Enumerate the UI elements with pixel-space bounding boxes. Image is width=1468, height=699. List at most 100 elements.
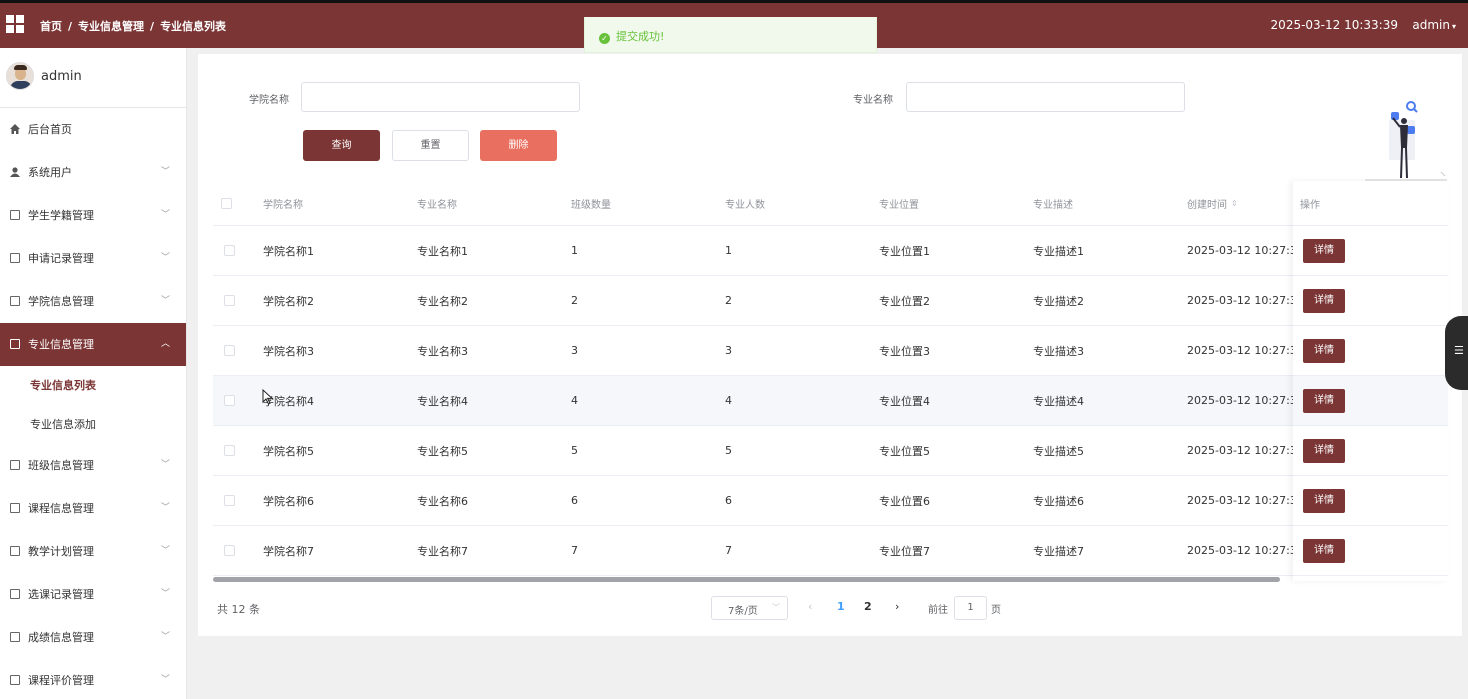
query-button[interactable]: 查询 (303, 130, 380, 161)
major-name-input[interactable] (906, 82, 1185, 112)
table-cell: 专业描述4 (1033, 394, 1084, 408)
sidebar-item-grade-info[interactable]: 成绩信息管理 ﹀ (0, 616, 186, 659)
detail-button[interactable]: 详情 (1303, 438, 1345, 463)
row-checkbox[interactable] (224, 276, 235, 325)
operations-header: 操作 (1293, 181, 1448, 226)
operations-cell: 详情 (1303, 326, 1345, 375)
sidebar-item-class-info[interactable]: 班级信息管理 ﹀ (0, 444, 186, 487)
breadcrumb-major-management[interactable]: 专业信息管理 (78, 20, 144, 33)
table-row[interactable]: 学院名称7 专业名称7 7 7 专业位置7 专业描述7 2025-03-12 10:27:3… (213, 526, 1448, 576)
operations-row: 详情 (1293, 376, 1448, 426)
document-icon (10, 210, 20, 220)
table-cell: 1 (571, 244, 578, 257)
operations-body: 详情 详情 详情 详情 详情 详情 详情 (1293, 226, 1448, 576)
table-row[interactable]: 学院名称4 专业名称4 4 4 专业位置4 专业描述4 2025-03-12 10:27:3… (213, 376, 1448, 426)
table-cell: 专业名称6 (417, 494, 468, 508)
delete-button[interactable]: 删除 (480, 130, 557, 161)
sidebar-item-label: 专业信息管理 (28, 338, 94, 351)
sidebar-item-teaching-plan[interactable]: 教学计划管理 ﹀ (0, 530, 186, 573)
table-cell: 专业名称3 (417, 344, 468, 358)
reset-button[interactable]: 重置 (392, 130, 469, 161)
detail-button[interactable]: 详情 (1303, 488, 1345, 513)
table-cell: 专业位置3 (879, 344, 930, 358)
side-drawer-toggle[interactable]: ☰ (1445, 316, 1468, 390)
table-row[interactable]: 学院名称6 专业名称6 6 6 专业位置6 专业描述6 2025-03-12 10:27:3… (213, 476, 1448, 526)
row-checkbox[interactable] (224, 476, 235, 525)
row-checkbox[interactable] (224, 376, 235, 425)
document-icon (10, 253, 20, 263)
detail-button[interactable]: 详情 (1303, 388, 1345, 413)
chevron-down-icon: ﹀ (160, 503, 170, 513)
sidebar-item-label: 后台首页 (28, 123, 72, 136)
operations-cell: 详情 (1303, 276, 1345, 325)
select-all-checkbox[interactable] (221, 181, 232, 225)
table-cell: 专业描述1 (1033, 244, 1084, 258)
table-row[interactable]: 学院名称5 专业名称5 5 5 专业位置5 专业描述5 2025-03-12 10:27:3… (213, 426, 1448, 476)
sidebar-subitem-major-add[interactable]: 专业信息添加 (0, 405, 186, 444)
row-checkbox[interactable] (224, 226, 235, 275)
sidebar-item-course-selection[interactable]: 选课记录管理 ﹀ (0, 573, 186, 616)
table-row[interactable]: 学院名称1 专业名称1 1 1 专业位置1 专业描述1 2025-03-12 10:27:3… (213, 226, 1448, 276)
page-number-1[interactable]: 1 (837, 600, 845, 613)
detail-button[interactable]: 详情 (1303, 538, 1345, 563)
column-header-created-time[interactable]: 创建时间 ⇕ (1187, 181, 1238, 225)
sidebar-item-application-records[interactable]: 申请记录管理 ﹀ (0, 237, 186, 280)
table-cell: 学院名称3 (263, 344, 314, 358)
detail-button[interactable]: 详情 (1303, 338, 1345, 363)
chevron-down-icon: ﹀ (160, 460, 170, 470)
operations-row: 详情 (1293, 476, 1448, 526)
sidebar-item-label: 申请记录管理 (28, 252, 94, 265)
detail-button[interactable]: 详情 (1303, 238, 1345, 263)
next-page-button[interactable]: › (895, 600, 899, 613)
table-row[interactable]: 学院名称3 专业名称3 3 3 专业位置3 专业描述3 2025-03-12 10:27:3… (213, 326, 1448, 376)
table-cell: 专业位置7 (879, 544, 930, 558)
table-cell: 7 (725, 544, 732, 557)
operations-row: 详情 (1293, 226, 1448, 276)
sidebar-subitem-major-list[interactable]: 专业信息列表 (0, 366, 186, 405)
sort-icon[interactable]: ⇕ (1231, 199, 1238, 208)
page-size-select[interactable]: 7条/页 ﹀ (711, 596, 788, 620)
table-cell: 专业描述5 (1033, 444, 1084, 458)
table-row[interactable]: 学院名称2 专业名称2 2 2 专业位置2 专业描述2 2025-03-12 10:27:3… (213, 276, 1448, 326)
goto-page-input[interactable]: 1 (954, 596, 987, 620)
page-size-value: 7条/页 (728, 606, 758, 617)
sidebar-item-system-users[interactable]: 系统用户 ﹀ (0, 151, 186, 194)
college-name-input[interactable] (301, 82, 580, 112)
page-number-2[interactable]: 2 (864, 600, 872, 613)
document-icon (10, 503, 20, 513)
table-cell: 学院名称1 (263, 244, 314, 258)
main-panel: 学院名称 专业名称 查询 重置 删除 学院名称 专业名称 班级数量 专业人数 专… (198, 54, 1462, 636)
table-cell: 专业描述2 (1033, 294, 1084, 308)
chevron-down-icon: ▾ (1451, 22, 1456, 31)
row-checkbox[interactable] (224, 526, 235, 575)
sidebar-item-course-evaluation[interactable]: 课程评价管理 ﹀ (0, 659, 186, 699)
breadcrumb-home[interactable]: 首页 (40, 20, 62, 33)
home-icon (10, 124, 20, 134)
goto-label: 前往 (928, 605, 948, 616)
sidebar-item-home[interactable]: 后台首页 (0, 108, 186, 151)
sidebar-item-student-records[interactable]: 学生学籍管理 ﹀ (0, 194, 186, 237)
document-icon (10, 675, 20, 685)
prev-page-button[interactable]: ‹ (808, 600, 812, 613)
toast-message: 提交成功! (616, 30, 665, 43)
chevron-down-icon: ﹀ (160, 589, 170, 599)
table-cell: 专业位置5 (879, 444, 930, 458)
current-datetime: 2025-03-12 10:33:39 (1270, 18, 1398, 32)
breadcrumb: 首页 / 专业信息管理 / 专业信息列表 (40, 20, 227, 33)
chevron-down-icon: ﹀ (160, 546, 170, 556)
table-cell: 2025-03-12 10:27:37 (1187, 344, 1304, 357)
operations-row: 详情 (1293, 276, 1448, 326)
row-checkbox[interactable] (224, 326, 235, 375)
document-icon (10, 296, 20, 306)
sidebar-item-major-info[interactable]: 专业信息管理 ︿ (0, 323, 186, 366)
sidebar-item-college-info[interactable]: 学院信息管理 ﹀ (0, 280, 186, 323)
pagination-total: 共 12 条 (217, 603, 260, 616)
sidebar-item-course-info[interactable]: 课程信息管理 ﹀ (0, 487, 186, 530)
menu-grid-icon[interactable] (6, 15, 24, 33)
chevron-down-icon: ﹀ (160, 296, 170, 306)
row-checkbox[interactable] (224, 426, 235, 475)
user-menu[interactable]: admin ▾ (1412, 18, 1456, 32)
user-menu-name: admin (1412, 18, 1450, 32)
detail-button[interactable]: 详情 (1303, 288, 1345, 313)
horizontal-scrollbar[interactable] (213, 577, 1280, 582)
